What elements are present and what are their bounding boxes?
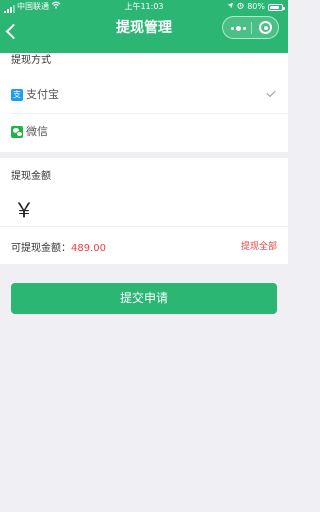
method-card: 提现方式 支 支付宝 微信 xyxy=(0,53,288,152)
submit-button[interactable]: 提交申请 xyxy=(11,283,277,314)
target-icon[interactable] xyxy=(259,21,272,34)
status-bar: 中国联通 上午11:03 80% xyxy=(0,0,288,14)
payment-option-label: 微信 xyxy=(26,125,48,138)
battery-icon xyxy=(268,4,285,11)
available-label: 可提现金额： xyxy=(11,243,71,254)
payment-option-wechat[interactable]: 微信 xyxy=(0,114,288,150)
available-amount-row: 可提现金额：489.00 xyxy=(11,239,106,254)
checkmark-icon xyxy=(266,87,276,98)
more-dots-icon[interactable] xyxy=(231,26,246,31)
payment-option-alipay[interactable]: 支 支付宝 xyxy=(0,77,288,113)
wechat-icon xyxy=(11,126,23,138)
amount-section-title: 提现金额 xyxy=(11,171,51,182)
capsule-divider xyxy=(251,22,252,34)
navigation-bar: 提现管理 xyxy=(0,14,288,53)
amount-card: 提现金额 ￥ 可提现金额：489.00 提现全部 xyxy=(0,158,288,264)
mini-program-capsule xyxy=(222,16,279,39)
location-icon xyxy=(227,0,234,14)
alipay-icon: 支 xyxy=(11,89,23,101)
battery-percent: 80% xyxy=(247,2,265,11)
payment-option-label: 支付宝 xyxy=(26,88,59,101)
divider xyxy=(0,226,288,227)
currency-symbol: ￥ xyxy=(14,198,34,222)
available-amount: 489.00 xyxy=(71,243,106,254)
alarm-icon xyxy=(237,0,244,14)
withdraw-all-link[interactable]: 提现全部 xyxy=(241,239,277,252)
header-bar: 中国联通 上午11:03 80% 提现管理 xyxy=(0,0,288,53)
